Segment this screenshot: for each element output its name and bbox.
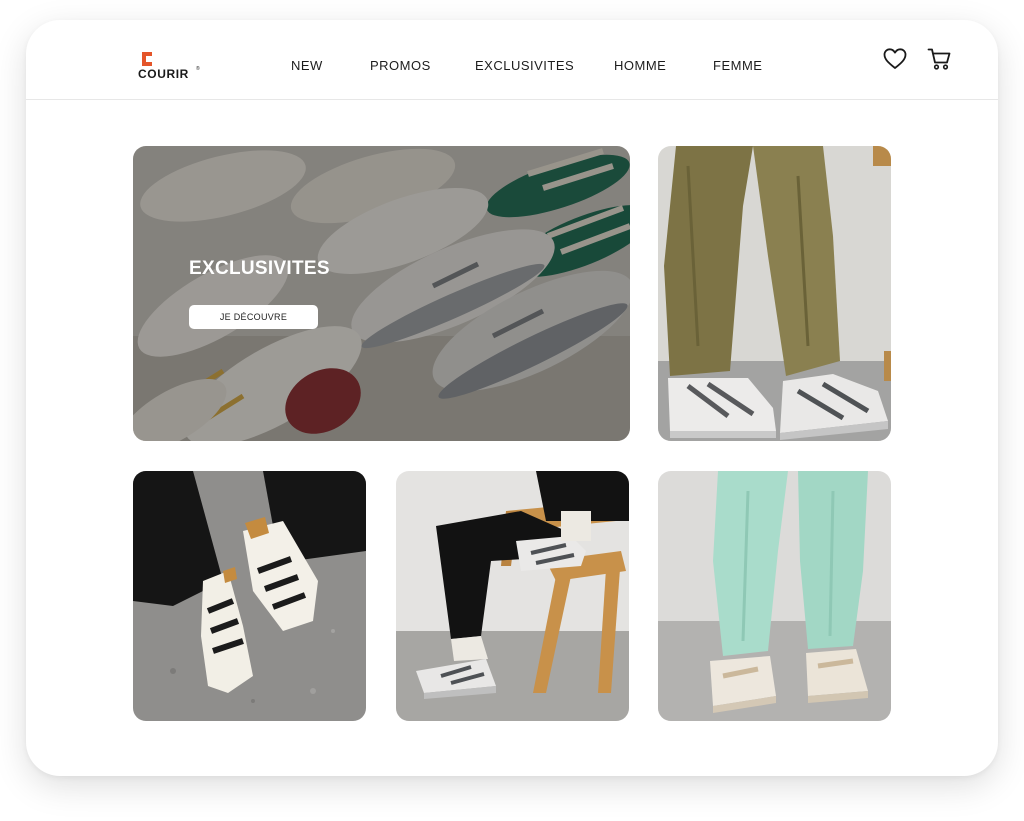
tile-mint-joggers-sneakers[interactable] xyxy=(658,471,891,721)
olive-pants-photo xyxy=(658,146,891,441)
cart-icon xyxy=(927,48,951,70)
tile-black-pants-superstar[interactable] xyxy=(133,471,366,721)
nav-item-femme[interactable]: FEMME xyxy=(713,58,762,73)
nav-item-new[interactable]: NEW xyxy=(291,58,323,73)
nav-item-homme[interactable]: HOMME xyxy=(614,58,666,73)
site-header: COURIR ® NEW PROMOS EXCLUSIVITES HOMME F… xyxy=(26,20,998,100)
hero-title: EXCLUSIVITES xyxy=(189,258,330,279)
tile-olive-pants-sneakers[interactable] xyxy=(658,146,891,441)
tile-chair-seated-sneakers[interactable] xyxy=(396,471,629,721)
mint-joggers-photo xyxy=(658,471,891,721)
hero-overlay xyxy=(133,146,630,441)
chair-photo xyxy=(396,471,629,721)
heart-icon xyxy=(883,48,907,69)
hero-banner[interactable]: EXCLUSIVITES JE DÉCOUVRE xyxy=(133,146,630,441)
nav-item-promos[interactable]: PROMOS xyxy=(370,58,431,73)
wishlist-button[interactable] xyxy=(882,46,908,72)
nav-item-exclusivites[interactable]: EXCLUSIVITES xyxy=(475,58,574,73)
cart-button[interactable] xyxy=(926,46,952,72)
superstar-photo xyxy=(133,471,366,721)
discover-button[interactable]: JE DÉCOUVRE xyxy=(189,305,318,329)
page-card: COURIR ® NEW PROMOS EXCLUSIVITES HOMME F… xyxy=(26,20,998,776)
main-nav: NEW PROMOS EXCLUSIVITES HOMME FEMME xyxy=(26,58,998,78)
